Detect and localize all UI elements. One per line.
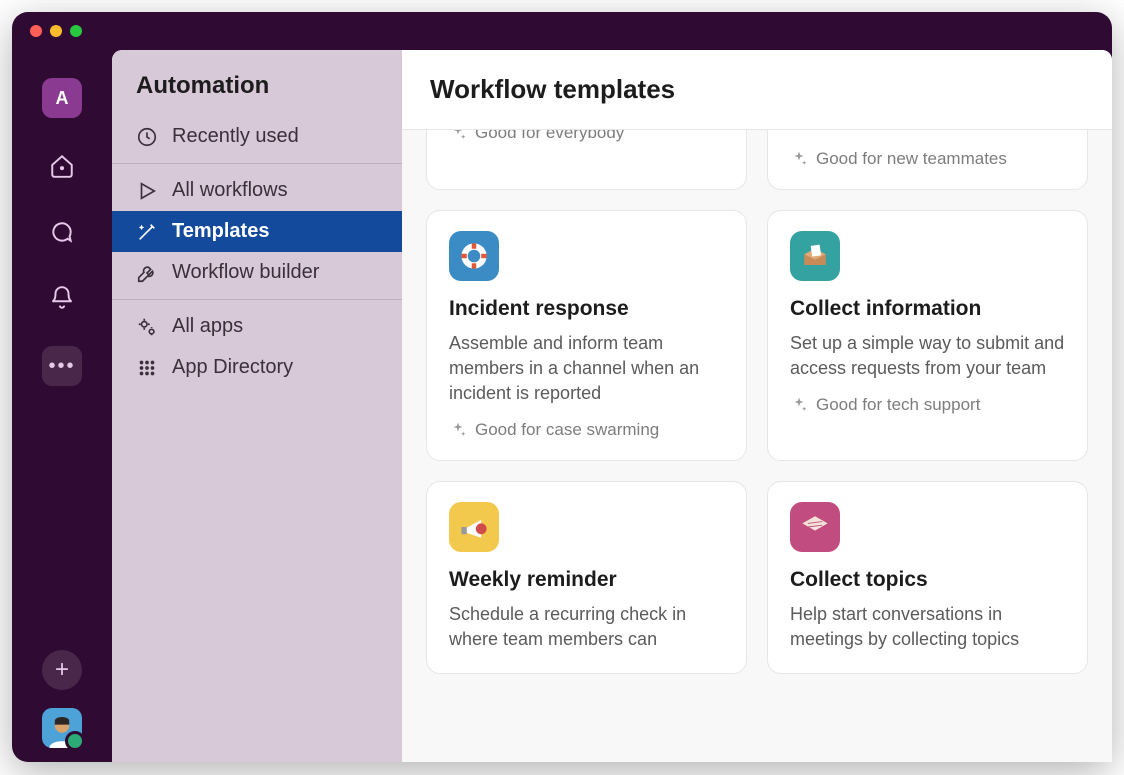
sidebar-item-workflow-builder[interactable]: Workflow builder bbox=[112, 252, 402, 293]
ellipsis-icon: ••• bbox=[48, 355, 75, 378]
grid-icon bbox=[136, 357, 158, 379]
page-title: Workflow templates bbox=[402, 50, 1112, 130]
presence-indicator-active bbox=[65, 731, 85, 751]
template-card-collect-topics[interactable]: Collect topics Help start conversations … bbox=[767, 481, 1088, 673]
sidebar-item-label: All workflows bbox=[172, 179, 288, 202]
divider bbox=[112, 163, 402, 164]
sidebar-item-label: Workflow builder bbox=[172, 261, 319, 284]
create-new-button[interactable]: + bbox=[42, 650, 82, 690]
play-icon bbox=[136, 180, 158, 202]
template-card-weekly-reminder[interactable]: Weekly reminder Schedule a recurring che… bbox=[426, 481, 747, 673]
close-window-button[interactable] bbox=[30, 25, 42, 37]
wrench-icon bbox=[136, 262, 158, 284]
templates-grid: Request and manage your team's planned t… bbox=[426, 130, 1088, 674]
sparkle-icon bbox=[790, 150, 808, 168]
gears-icon bbox=[136, 316, 158, 338]
templates-grid-viewport[interactable]: Request and manage your team's planned t… bbox=[402, 130, 1112, 762]
automation-sidebar: Automation Recently used All workflows T… bbox=[112, 50, 402, 762]
lifebuoy-icon bbox=[449, 231, 499, 281]
template-desc: Set up a simple way to submit and access… bbox=[790, 331, 1065, 381]
sparkle-icon bbox=[449, 130, 467, 142]
content-area: Workflow templates Request and manage yo… bbox=[402, 50, 1112, 762]
app-window: A ••• + bbox=[12, 12, 1112, 762]
template-title: Collect information bbox=[790, 297, 1065, 321]
plus-icon: + bbox=[55, 656, 69, 684]
maximize-window-button[interactable] bbox=[70, 25, 82, 37]
minimize-window-button[interactable] bbox=[50, 25, 62, 37]
sidebar-item-all-workflows[interactable]: All workflows bbox=[112, 170, 402, 211]
sidebar-item-templates[interactable]: Templates bbox=[112, 211, 402, 252]
template-card-incident-response[interactable]: Incident response Assemble and inform te… bbox=[426, 210, 747, 462]
clock-icon bbox=[136, 126, 158, 148]
sparkle-icon bbox=[790, 396, 808, 414]
template-desc: Help start conversations in meetings by … bbox=[790, 602, 1065, 652]
window-controls bbox=[30, 25, 82, 37]
template-desc: Schedule a recurring check in where team… bbox=[449, 602, 724, 652]
sparkle-icon bbox=[449, 421, 467, 439]
sidebar-item-label: Recently used bbox=[172, 125, 299, 148]
dms-icon[interactable] bbox=[44, 214, 80, 250]
sidebar-item-all-apps[interactable]: All apps bbox=[112, 306, 402, 347]
template-title: Collect topics bbox=[790, 568, 1065, 592]
template-card[interactable]: Request and manage your team's planned t… bbox=[426, 130, 747, 190]
megaphone-icon bbox=[449, 502, 499, 552]
template-card[interactable]: Kick off an AMA by collecting your subje… bbox=[767, 130, 1088, 190]
template-title: Incident response bbox=[449, 297, 724, 321]
workspace-initial: A bbox=[56, 88, 69, 109]
activity-icon[interactable] bbox=[44, 280, 80, 316]
sidebar-item-label: App Directory bbox=[172, 356, 293, 379]
wand-icon bbox=[136, 221, 158, 243]
template-title: Weekly reminder bbox=[449, 568, 724, 592]
template-tag: Good for new teammates bbox=[790, 149, 1065, 169]
workspace-switcher[interactable]: A bbox=[42, 78, 82, 118]
sidebar-title: Automation bbox=[112, 72, 402, 116]
template-card-collect-information[interactable]: Collect information Set up a simple way … bbox=[767, 210, 1088, 462]
titlebar bbox=[12, 12, 1112, 50]
home-icon[interactable] bbox=[44, 148, 80, 184]
nav-rail: A ••• + bbox=[12, 50, 112, 762]
template-desc: Kick off an AMA by collecting your subje… bbox=[790, 130, 1065, 135]
template-tag: Good for tech support bbox=[790, 395, 1065, 415]
sidebar-item-app-directory[interactable]: App Directory bbox=[112, 347, 402, 388]
app-body: A ••• + bbox=[12, 50, 1112, 762]
divider bbox=[112, 299, 402, 300]
ballot-box-icon bbox=[790, 231, 840, 281]
template-desc: Assemble and inform team members in a ch… bbox=[449, 331, 724, 407]
template-tag: Good for case swarming bbox=[449, 420, 724, 440]
main-panel: Automation Recently used All workflows T… bbox=[112, 50, 1112, 762]
template-tag: Good for everybody bbox=[449, 130, 724, 143]
user-menu[interactable] bbox=[42, 708, 82, 748]
notepad-icon bbox=[790, 502, 840, 552]
sidebar-item-recently-used[interactable]: Recently used bbox=[112, 116, 402, 157]
more-button[interactable]: ••• bbox=[42, 346, 82, 386]
rail-bottom: + bbox=[12, 650, 112, 748]
sidebar-item-label: All apps bbox=[172, 315, 243, 338]
sidebar-item-label: Templates bbox=[172, 220, 269, 243]
